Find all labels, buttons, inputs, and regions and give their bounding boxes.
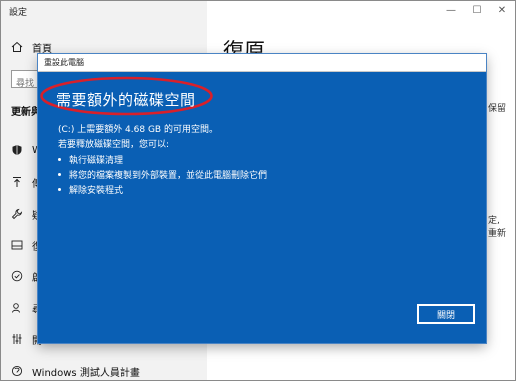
shield-icon: [11, 144, 23, 156]
reset-pc-dialog: 重設此電腦 需要額外的磁碟空間 (C:) 上需要額外 4.68 GB 的可用空間…: [38, 54, 486, 343]
minimize-button[interactable]: —: [441, 3, 461, 17]
check-circle-icon: [11, 270, 23, 282]
dialog-titlebar: 重設此電腦: [38, 54, 486, 72]
upload-icon: [11, 176, 23, 188]
maximize-button[interactable]: ☐: [467, 3, 487, 17]
list-item: 解除安裝程式: [58, 183, 123, 196]
close-window-button[interactable]: ✕: [492, 3, 512, 17]
person-search-icon: [11, 302, 23, 314]
list-item: 將您的檔案複製到外部裝置，並從此電腦刪除它們: [58, 168, 267, 181]
background-text: 重新: [488, 229, 507, 239]
section-title: 更新與: [11, 107, 41, 118]
home-icon: [11, 41, 23, 53]
sidebar-item-label: Windows 測試人員計畫: [32, 367, 140, 379]
wrench-icon: [11, 208, 23, 220]
dialog-title: 重設此電腦: [44, 58, 84, 67]
background-text: 保留: [488, 104, 507, 114]
background-text: 定,: [488, 216, 500, 226]
person-icon: [11, 239, 23, 251]
dialog-heading: 需要額外的磁碟空間: [56, 91, 196, 109]
sidebar-item-windows-insider[interactable]: Windows 測試人員計畫: [1, 360, 207, 380]
insider-icon: [11, 365, 23, 377]
space-required-text: (C:) 上需要額外 4.68 GB 的可用空間。: [58, 125, 218, 135]
developer-icon: [11, 333, 23, 345]
sidebar-item-label: 首頁: [32, 43, 52, 55]
list-item: 執行磁碟清理: [58, 153, 123, 166]
settings-window: 設定 首頁 更新與 W 傳 疑: [0, 0, 516, 381]
close-button[interactable]: 關閉: [417, 304, 475, 324]
free-space-intro-text: 若要釋放磁碟空間，您可以:: [58, 140, 170, 150]
app-title: 設定: [9, 8, 28, 18]
